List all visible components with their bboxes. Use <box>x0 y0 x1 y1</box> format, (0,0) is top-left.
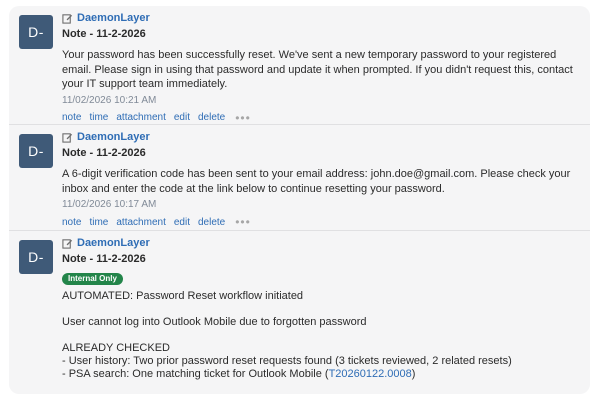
note-item: D- DaemonLayer Note - 11-2-2026 Your pas… <box>9 6 590 125</box>
note-line: User cannot log into Outlook Mobile due … <box>62 316 367 328</box>
note-text: Your password has been successfully rese… <box>62 49 573 90</box>
psa-suffix: ) <box>411 368 416 380</box>
ticket-link[interactable]: T20260122.0008 <box>329 368 412 380</box>
action-delete[interactable]: delete <box>198 217 225 228</box>
note-title: Note - 11-2-2026 <box>62 147 146 159</box>
internal-only-badge: Internal Only <box>62 273 123 285</box>
action-time[interactable]: time <box>89 112 108 123</box>
action-attachment[interactable]: attachment <box>116 217 165 228</box>
note-line-psa: - PSA search: One matching ticket for Ou… <box>62 368 582 381</box>
more-dots-icon[interactable]: ••• <box>235 111 251 125</box>
author-link[interactable]: DaemonLayer <box>77 12 150 24</box>
more-dots-icon[interactable]: ••• <box>235 215 251 229</box>
action-time[interactable]: time <box>89 217 108 228</box>
note-title: Note - 11-2-2026 <box>62 28 146 40</box>
avatar: D- <box>19 240 53 274</box>
author-link[interactable]: DaemonLayer <box>77 131 150 143</box>
action-edit[interactable]: edit <box>174 112 190 123</box>
note-line: AUTOMATED: Password Reset workflow initi… <box>62 290 304 302</box>
note-item: D- DaemonLayer Note - 11-2-2026 A 6-digi… <box>9 124 590 231</box>
note-item: D- DaemonLayer Note - 11-2-2026 Internal… <box>9 230 590 394</box>
note-timestamp: 11/02/2026 10:21 AM <box>62 94 157 106</box>
note-title: Note - 11-2-2026 <box>62 253 146 265</box>
note-text: A 6-digit verification code has been sen… <box>62 168 571 195</box>
action-attachment[interactable]: attachment <box>116 112 165 123</box>
note-body-lines: AUTOMATED: Password Reset workflow initi… <box>62 290 582 381</box>
note-timestamp: 11/02/2026 10:17 AM <box>62 199 157 210</box>
pencil-edit-icon[interactable] <box>62 238 73 249</box>
action-note[interactable]: note <box>62 217 81 228</box>
pencil-edit-icon[interactable] <box>62 13 73 24</box>
note-line: - User history: Two prior password reset… <box>62 355 512 367</box>
notes-panel: D- DaemonLayer Note - 11-2-2026 Your pas… <box>9 6 590 394</box>
action-note[interactable]: note <box>62 112 81 123</box>
note-actions: note time attachment edit delete ••• <box>62 111 582 125</box>
note-actions: note time attachment edit delete ••• <box>62 215 582 229</box>
avatar: D- <box>19 134 53 168</box>
note-line: ALREADY CHECKED <box>62 342 170 354</box>
psa-prefix: - PSA search: One matching ticket for Ou… <box>62 368 329 380</box>
author-link[interactable]: DaemonLayer <box>77 237 150 249</box>
pencil-edit-icon[interactable] <box>62 132 73 143</box>
avatar: D- <box>19 15 53 49</box>
action-delete[interactable]: delete <box>198 112 225 123</box>
action-edit[interactable]: edit <box>174 217 190 228</box>
